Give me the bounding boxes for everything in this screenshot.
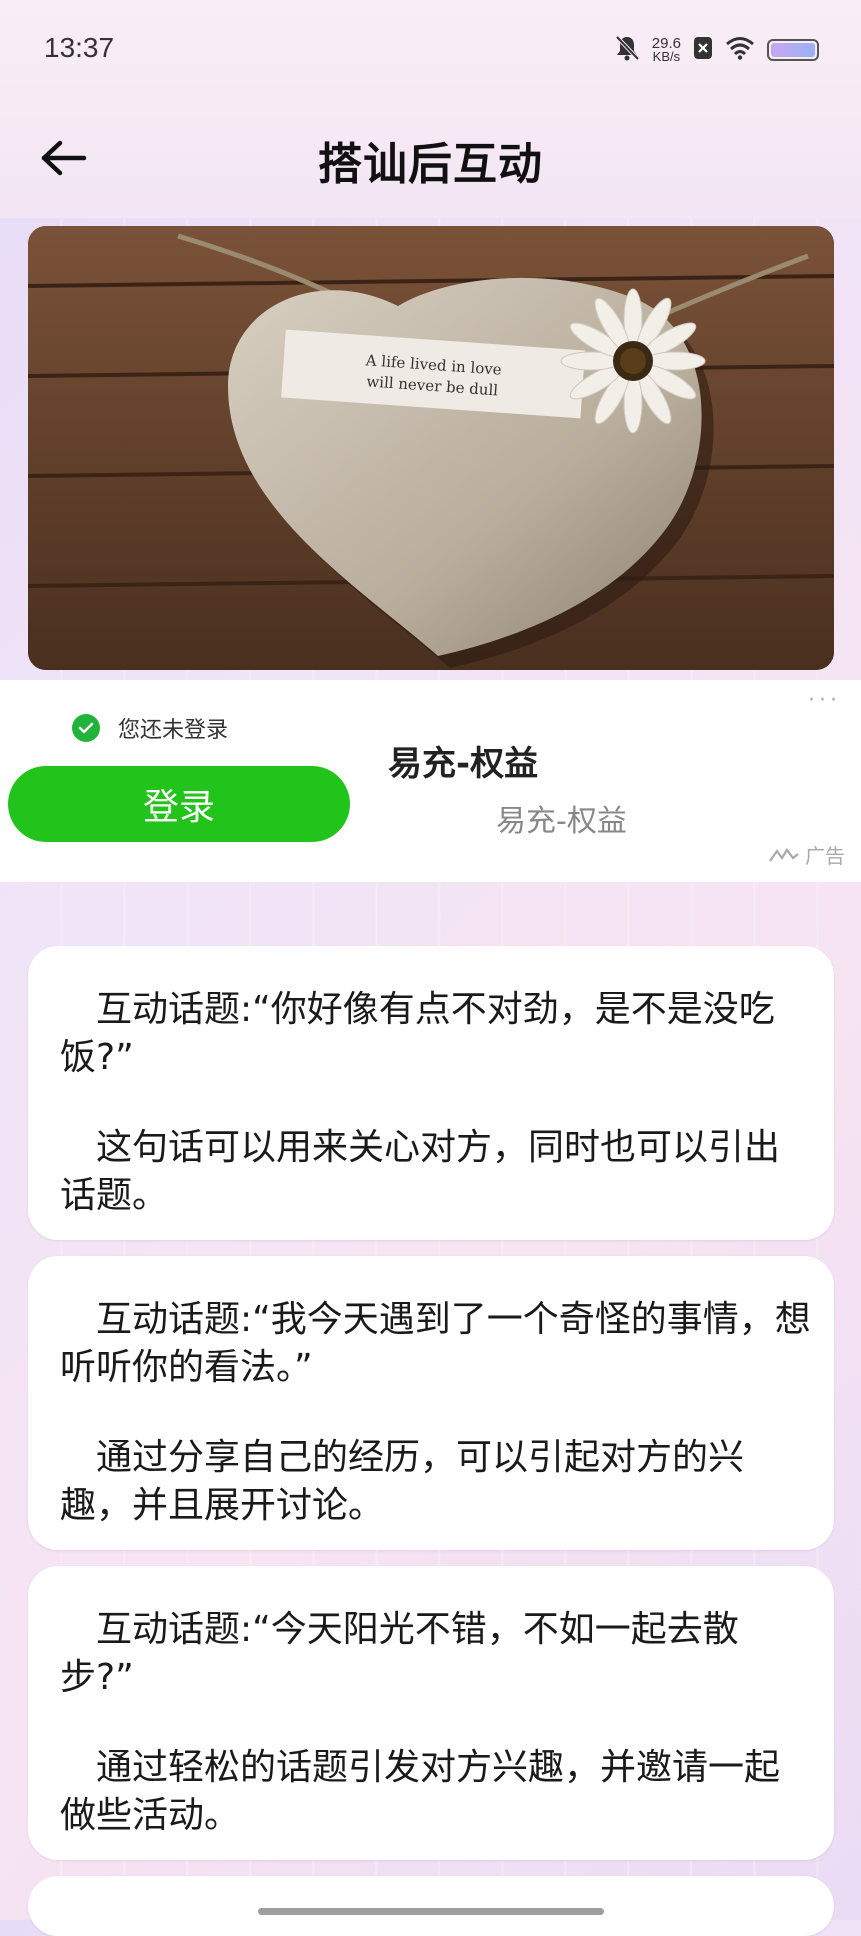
ad-label: 广告 (769, 840, 845, 869)
page-header: 搭讪后互动 (0, 100, 861, 218)
ad-subtitle[interactable]: 易充-权益 (496, 796, 627, 840)
battery-icon (767, 39, 819, 61)
status-time: 13:37 (44, 32, 115, 63)
banner-image[interactable]: A life lived in love will never be dull (28, 226, 834, 670)
topic-card[interactable]: 互动话题:“今天阳光不错，不如一起去散步?” 通过轻松的话题引发对方兴趣，并邀请… (28, 1566, 834, 1860)
ad-more-options-icon[interactable]: ··· (808, 688, 841, 713)
topic-description: 通过轻松的话题引发对方兴趣，并邀请一起做些活动。 (60, 1747, 781, 1836)
wifi-icon (725, 36, 755, 64)
check-circle-icon (72, 714, 100, 742)
status-bar: 13:37 29.6 KB/s (0, 0, 861, 100)
ad-block[interactable]: ··· 您还未登录 登录 易充-权益 易充-权益 广告 (0, 680, 861, 882)
home-indicator[interactable] (258, 1908, 604, 1915)
page-title: 搭讪后互动 (318, 139, 543, 190)
topic-text: 互动话题:“我今天遇到了一个奇怪的事情，想听听你的看法。” (60, 1299, 811, 1388)
ad-logo-icon (769, 847, 799, 862)
topic-card[interactable]: 互动话题:“你好像有点不对劲，是不是没吃饭?” 这句话可以用来关心对方，同时也可… (28, 946, 834, 1240)
sim-blocked-icon (693, 36, 713, 64)
topic-description: 通过分享自己的经历，可以引起对方的兴趣，并且展开讨论。 (60, 1437, 745, 1526)
topic-card-partial[interactable] (28, 1876, 834, 1936)
ad-title[interactable]: 易充-权益 (388, 736, 538, 785)
login-status-text: 您还未登录 (118, 718, 229, 743)
topic-card[interactable]: 互动话题:“我今天遇到了一个奇怪的事情，想听听你的看法。” 通过分享自己的经历，… (28, 1256, 834, 1550)
network-speed-unit: KB/s (652, 49, 681, 64)
login-button[interactable]: 登录 (8, 766, 350, 842)
mute-bell-icon (614, 34, 640, 66)
topic-text: 互动话题:“你好像有点不对劲，是不是没吃饭?” (60, 989, 775, 1078)
network-speed: 29.6 KB/s (652, 36, 681, 64)
ad-label-text: 广告 (805, 844, 845, 868)
status-icons: 29.6 KB/s (614, 32, 819, 68)
topic-description: 这句话可以用来关心对方，同时也可以引出话题。 (60, 1127, 781, 1216)
heart-photo: A life lived in love will never be dull (28, 226, 834, 670)
login-status: 您还未登录 (72, 712, 228, 744)
topic-text: 互动话题:“今天阳光不错，不如一起去散步?” (60, 1609, 739, 1698)
